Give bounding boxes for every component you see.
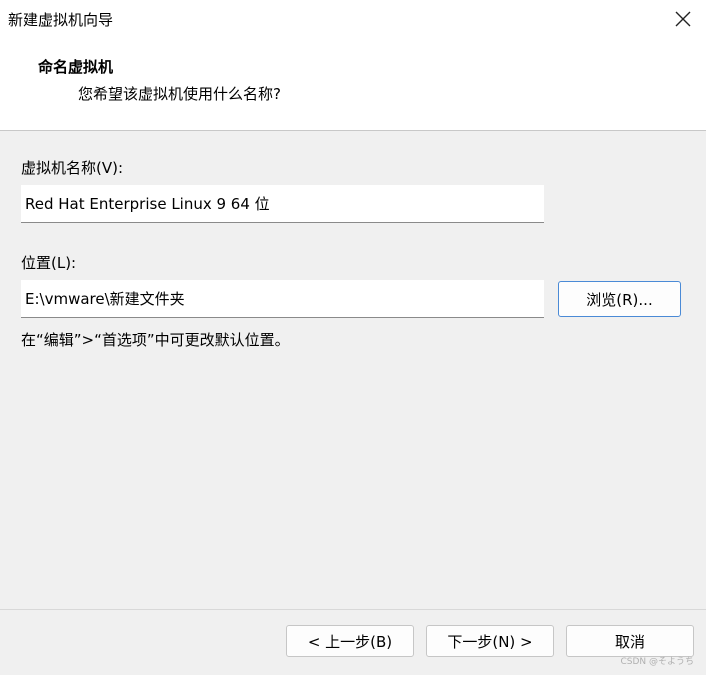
close-button[interactable]	[666, 4, 700, 34]
wizard-header: 命名虚拟机 您希望该虚拟机使用什么名称?	[0, 38, 706, 131]
vm-name-label: 虚拟机名称(V):	[21, 159, 124, 177]
window-title: 新建虚拟机向导	[8, 11, 114, 29]
next-button[interactable]: 下一步(N) >	[426, 625, 554, 657]
back-button[interactable]: < 上一步(B)	[286, 625, 414, 657]
location-label: 位置(L):	[21, 254, 77, 272]
browse-button[interactable]: 浏览(R)...	[558, 281, 681, 317]
title-bar: 新建虚拟机向导	[0, 0, 706, 38]
watermark: CSDN @そようち	[620, 657, 694, 667]
vm-name-input[interactable]	[21, 185, 544, 223]
location-input[interactable]	[21, 280, 544, 318]
page-title: 命名虚拟机	[38, 58, 114, 76]
cancel-button[interactable]: 取消	[566, 625, 694, 657]
wizard-window: 新建虚拟机向导 命名虚拟机 您希望该虚拟机使用什么名称? 虚拟机名称(V): 位…	[0, 0, 706, 675]
location-hint: 在“编辑”>“首选项”中可更改默认位置。	[21, 331, 290, 349]
footer-divider	[0, 609, 706, 610]
close-icon	[675, 11, 691, 27]
page-subtitle: 您希望该虚拟机使用什么名称?	[78, 85, 281, 103]
